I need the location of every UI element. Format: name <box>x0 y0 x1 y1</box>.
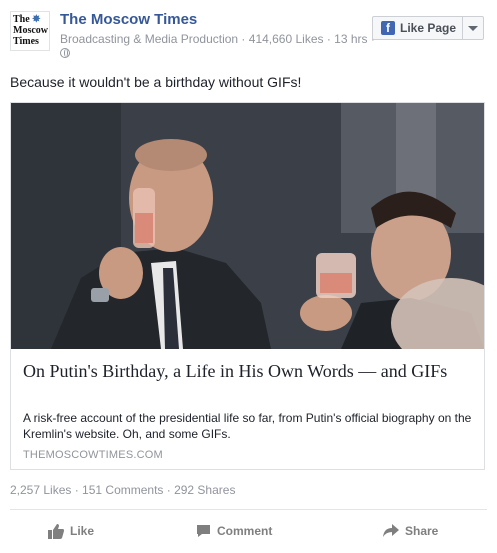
actions-divider <box>10 509 487 510</box>
share-arrow-icon <box>383 524 399 537</box>
like-page-separator <box>462 17 463 39</box>
share-label: Share <box>405 524 439 538</box>
post-actions: Like Comment Share <box>10 516 487 546</box>
thumbs-up-icon <box>48 523 64 539</box>
post-stats[interactable]: 2,257 Likes · 151 Comments · 292 Shares <box>10 483 235 497</box>
logo-line-1: The <box>13 14 30 25</box>
globe-icon[interactable] <box>60 48 70 58</box>
page-name-link[interactable]: The Moscow Times <box>60 11 197 28</box>
like-page-label: Like Page <box>400 21 457 35</box>
logo-line-2: Moscow <box>13 25 48 36</box>
photo-illustration <box>11 103 484 349</box>
chevron-down-icon[interactable] <box>468 26 478 31</box>
comment-button[interactable]: Comment <box>196 516 272 546</box>
link-photo[interactable] <box>11 103 484 349</box>
link-title[interactable]: On Putin's Birthday, a Life in His Own W… <box>23 360 463 382</box>
link-domain: THEMOSCOWTIMES.COM <box>23 449 163 461</box>
facebook-f-icon: f <box>381 21 395 35</box>
post-header: The ✸ Moscow Times The Moscow Times Broa… <box>10 11 487 59</box>
logo-globe-icon: ✸ <box>32 14 41 25</box>
logo-line-3: Times <box>13 36 39 47</box>
post-meta: Broadcasting & Media Production · 414,66… <box>60 32 375 46</box>
link-attachment[interactable]: On Putin's Birthday, a Life in His Own W… <box>10 102 485 470</box>
like-page-button[interactable]: f Like Page <box>372 16 484 40</box>
link-description: A risk-free account of the presidential … <box>23 411 472 441</box>
share-button[interactable]: Share <box>383 516 438 546</box>
page-logo[interactable]: The ✸ Moscow Times <box>10 11 50 51</box>
facebook-post: The ✸ Moscow Times The Moscow Times Broa… <box>0 0 497 553</box>
speech-bubble-icon <box>197 525 210 537</box>
post-message: Because it wouldn't be a birthday withou… <box>10 74 302 90</box>
comment-label: Comment <box>217 524 273 538</box>
like-label: Like <box>70 524 95 538</box>
like-button[interactable]: Like <box>48 516 94 546</box>
